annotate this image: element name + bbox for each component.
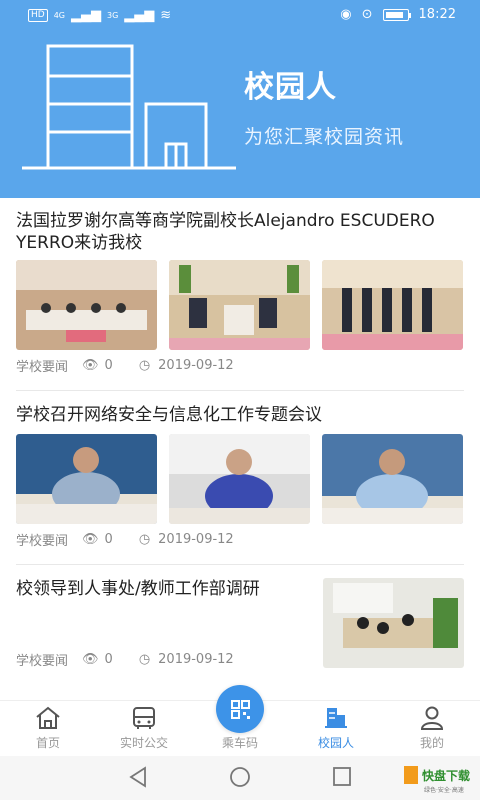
ride-code-button[interactable] [216,685,264,733]
watermark-tagline: 绿色·安全·高速 [424,786,464,794]
clock-icon: ◷ [138,358,151,373]
news-thumbnail[interactable] [16,260,157,350]
hero-title: 校园人 [244,70,337,105]
watermark-brand: 快盘下载 [422,768,470,783]
news-thumbnail[interactable] [322,260,463,350]
divider [16,564,464,565]
views-eye-icon: 👁 [82,652,99,667]
news-headline[interactable]: 法国拉罗谢尔高等商学院副校长Alejandro ESCUDERO YERRO来访… [16,210,464,254]
news-meta: 学校要闻 👁 0 ◷ 2019-09-12 [16,356,234,375]
news-thumbnail[interactable] [169,434,310,524]
tab-mine[interactable]: 我的 [384,701,480,757]
news-date: 2019-09-12 [158,652,234,667]
news-date: 2019-09-12 [158,358,234,373]
news-date: 2019-09-12 [158,532,234,547]
tab-label: 首页 [35,736,60,750]
clock-icon: ◷ [138,532,151,547]
home-circle-icon[interactable] [229,766,251,788]
recent-apps-icon[interactable] [332,766,352,788]
news-views: 0 [104,358,113,373]
divider [16,390,464,391]
news-item[interactable]: 法国拉罗谢尔高等商学院副校长Alejandro ESCUDERO YERRO来访… [16,210,464,386]
wifi-icon: ≋ [160,8,172,23]
news-thumbnail[interactable] [16,434,157,524]
tab-home[interactable]: 首页 [0,701,96,757]
news-thumbnail[interactable] [322,434,463,524]
eye-comfort-icon: ◉ [340,7,352,22]
bottom-tab-bar: 首页 实时公交 乘车码 校园人 我的 [0,685,480,757]
status-bar: HD 4G ▂▄▆ 3G ▂▄▆ ≋ ◉ ⊙ 18:22 [0,0,480,32]
tab-ride-code[interactable]: 乘车码 [192,685,288,757]
news-meta: 学校要闻 👁 0 ◷ 2019-09-12 [16,650,234,669]
building-illustration [22,44,236,170]
battery-icon [382,8,411,21]
building-icon [325,708,347,728]
news-item[interactable]: 校领导到人事处/教师工作部调研 学校要闻 👁 0 ◷ 2019-09-12 [16,578,464,690]
qr-code-icon [231,700,250,719]
signal-bars-icon: ▂▄▆ [71,8,101,23]
news-headline[interactable]: 校领导到人事处/教师工作部调研 [16,578,296,600]
news-meta: 学校要闻 👁 0 ◷ 2019-09-12 [16,530,234,549]
news-feed[interactable]: 法国拉罗谢尔高等商学院副校长Alejandro ESCUDERO YERRO来访… [0,198,480,700]
news-category: 学校要闻 [16,534,69,549]
back-icon[interactable] [128,766,148,788]
signal-3g-icon: 3G [107,11,119,20]
user-icon [420,706,444,730]
tab-label: 校园人 [317,736,354,750]
hero-banner: 校园人 为您汇聚校园资讯 [0,32,480,198]
clock-icon: ◷ [138,652,151,667]
signal-4g-icon: 4G [53,11,65,20]
home-icon [36,706,60,729]
tab-campus-people[interactable]: 校园人 [288,701,384,757]
news-thumbnail[interactable] [169,260,310,350]
news-thumbnail[interactable] [323,578,464,668]
news-views: 0 [104,532,113,547]
signal-bars-icon-2: ▂▄▆ [124,8,155,23]
views-eye-icon: 👁 [82,358,99,373]
location-icon: ⊙ [361,7,373,22]
news-views: 0 [104,652,113,667]
clock-time: 18:22 [418,7,456,22]
tab-label: 实时公交 [119,736,168,750]
news-category: 学校要闻 [16,360,69,375]
hero-subtitle: 为您汇聚校园资讯 [244,126,405,148]
news-item[interactable]: 学校召开网络安全与信息化工作专题会议 学校要闻 👁 0 ◷ 2019-09-12 [16,404,464,560]
tab-label: 我的 [419,736,444,750]
news-headline[interactable]: 学校召开网络安全与信息化工作专题会议 [16,404,464,426]
watermark-logo: 快盘下载 绿色·安全·高速 [402,762,474,796]
bus-icon [133,707,155,729]
hd-indicator: HD [28,9,48,22]
tab-label: 乘车码 [221,736,258,750]
tab-realtime-bus[interactable]: 实时公交 [96,701,192,757]
news-category: 学校要闻 [16,654,69,669]
views-eye-icon: 👁 [82,532,99,547]
